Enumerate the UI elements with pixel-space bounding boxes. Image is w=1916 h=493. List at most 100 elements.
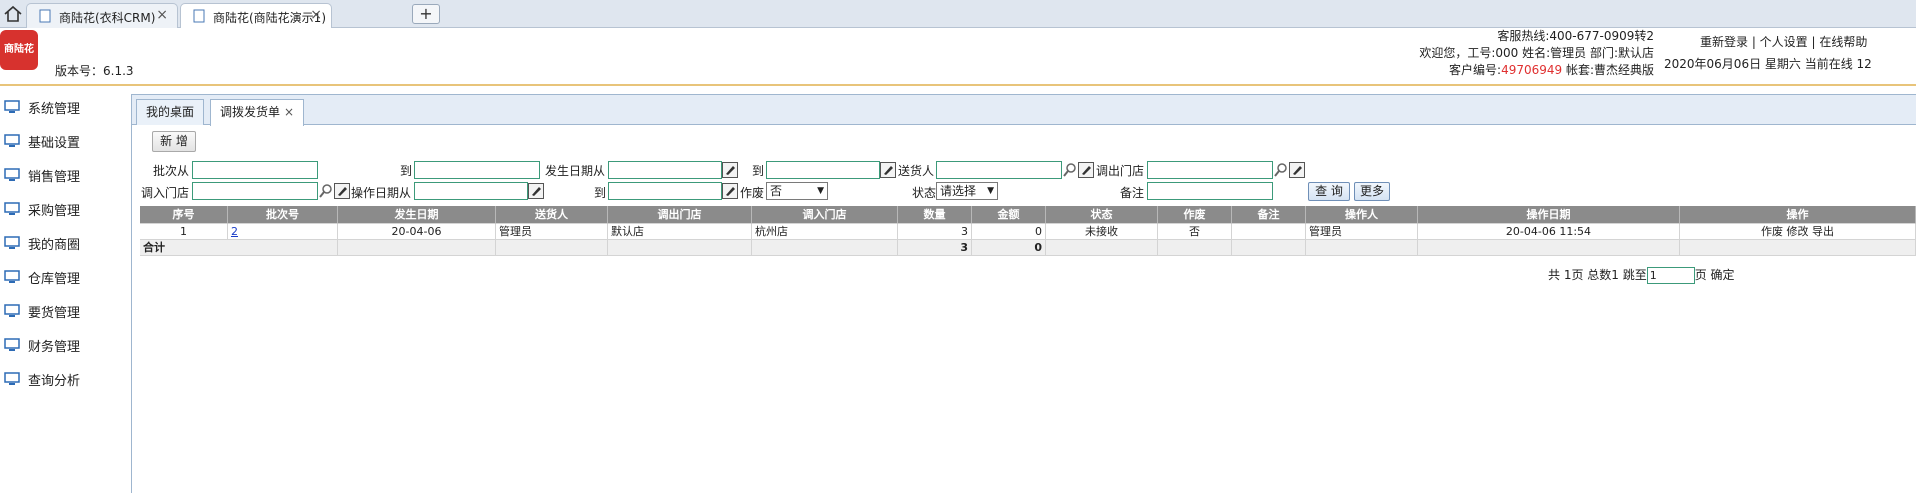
query-button[interactable]: 查 询 [1308, 182, 1350, 201]
browser-tab-demo[interactable]: 商陆花(商陆花演示1) × [180, 3, 332, 28]
col-header[interactable]: 操作日期 [1418, 206, 1680, 224]
col-header[interactable]: 批次号 [228, 206, 338, 224]
sidebar-item[interactable]: 基础设置 [0, 124, 130, 158]
remark-label: 备注 [1120, 186, 1145, 200]
footer-cell [608, 240, 752, 256]
col-header[interactable]: 送货人 [496, 206, 608, 224]
sidebar-item[interactable]: 我的商圈 [0, 226, 130, 260]
close-icon[interactable]: × [156, 7, 168, 23]
app-logo: 商陆花 [0, 30, 38, 70]
in-store-input[interactable] [192, 182, 318, 200]
out-store-label: 调出门店 [1096, 164, 1145, 178]
sidebar-item-label: 我的商圈 [28, 238, 81, 253]
out-store-input[interactable] [1147, 161, 1273, 179]
date-to-input[interactable] [766, 161, 880, 179]
col-header[interactable]: 金额 [972, 206, 1046, 224]
remark-input[interactable] [1147, 182, 1273, 200]
close-icon[interactable]: × [310, 7, 322, 23]
cell-out-store: 默认店 [608, 224, 752, 240]
col-header[interactable]: 操作人 [1306, 206, 1418, 224]
header-links[interactable]: 重新登录 | 个人设置 | 在线帮助 [1700, 34, 1867, 51]
col-header[interactable]: 调出门店 [608, 206, 752, 224]
search-icon[interactable] [318, 183, 334, 199]
footer-cell [1418, 240, 1680, 256]
welcome-text: 欢迎您，工号:000 姓名:管理员 部门:默认店 [1419, 46, 1654, 60]
sidebar-item[interactable]: 采购管理 [0, 192, 130, 226]
op-date-to-label: 到 [594, 186, 607, 200]
cell-in-store: 杭州店 [752, 224, 898, 240]
page-jump-input[interactable]: 1 [1646, 267, 1695, 284]
edit-icon[interactable] [1289, 162, 1305, 178]
sidebar-item-label: 采购管理 [28, 204, 81, 219]
footer-cell [1158, 240, 1232, 256]
data-table: 序号 批次号 发生日期 送货人 调出门店 调入门店 数量 金额 状态 作废 备注… [140, 206, 1916, 256]
col-header[interactable]: 调入门店 [752, 206, 898, 224]
customer-number: 49706949 [1501, 63, 1563, 77]
pager-text: 共 1页 总数1 跳至 [1548, 268, 1647, 282]
sidebar-item[interactable]: 要货管理 [0, 294, 130, 328]
sidebar-item-label: 仓库管理 [28, 272, 81, 287]
page-tab-bar: 我的桌面 调拨发货单 × [132, 95, 1916, 126]
op-date-from-input[interactable] [414, 182, 528, 200]
tab-transfer-delivery[interactable]: 调拨发货单 × [210, 99, 305, 126]
col-header[interactable]: 数量 [898, 206, 972, 224]
cell-op-date: 20-04-06 11:54 [1418, 224, 1680, 240]
customer-info: 客户编号:49706949 帐套:曹杰经典版 [1449, 63, 1654, 77]
op-date-from-label: 操作日期从 [351, 186, 412, 200]
sidebar-item[interactable]: 系统管理 [0, 90, 130, 124]
op-date-to-input[interactable] [608, 182, 722, 200]
calendar-edit-icon[interactable] [722, 162, 738, 178]
batch-to-input[interactable] [414, 161, 540, 179]
tab-desktop[interactable]: 我的桌面 [136, 99, 205, 125]
calendar-edit-icon[interactable] [528, 183, 544, 199]
cell-sender: 管理员 [496, 224, 608, 240]
footer-cell [228, 240, 338, 256]
chevron-down-icon: ▼ [817, 186, 824, 196]
more-button[interactable]: 更多 [1354, 182, 1390, 201]
col-header[interactable]: 发生日期 [338, 206, 496, 224]
sidebar-item[interactable]: 仓库管理 [0, 260, 130, 294]
search-icon[interactable] [1062, 162, 1078, 178]
cell-operator: 管理员 [1306, 224, 1418, 240]
batch-to-label: 到 [400, 164, 413, 178]
sidebar-item[interactable]: 财务管理 [0, 328, 130, 362]
new-tab-button[interactable]: + [412, 4, 440, 24]
calendar-edit-icon[interactable] [880, 162, 896, 178]
search-icon[interactable] [1273, 162, 1289, 178]
sender-input[interactable] [936, 161, 1062, 179]
date-from-input[interactable] [608, 161, 722, 179]
document-icon [39, 9, 51, 23]
content-frame: 我的桌面 调拨发货单 × [131, 94, 1916, 493]
table-footer: 合计 3 0 [140, 240, 1916, 256]
batch-from-input[interactable] [192, 161, 318, 179]
void-select[interactable]: 否 ▼ [766, 182, 828, 200]
footer-qty: 3 [898, 240, 972, 256]
cell-actions[interactable]: 作废 修改 导出 [1680, 224, 1916, 240]
pagination: 共 1页 总数1 跳至 1 页 确定 [1548, 266, 1735, 284]
sidebar-item[interactable]: 查询分析 [0, 362, 130, 396]
add-button[interactable]: 新 增 [152, 131, 196, 152]
col-header[interactable]: 备注 [1232, 206, 1306, 224]
footer-cell [1680, 240, 1916, 256]
col-header[interactable]: 作废 [1158, 206, 1232, 224]
home-icon[interactable] [2, 4, 24, 24]
pager-confirm[interactable]: 页 确定 [1695, 268, 1735, 282]
sidebar-item[interactable]: 销售管理 [0, 158, 130, 192]
close-icon[interactable]: × [284, 105, 294, 119]
cell-no: 1 [140, 224, 228, 240]
status-select[interactable]: 请选择 ▼ [936, 182, 998, 200]
date-online: 2020年06月06日 星期六 当前在线 12 [1664, 57, 1872, 71]
sidebar-item-label: 财务管理 [28, 340, 81, 355]
batch-link[interactable]: 2 [231, 225, 238, 238]
calendar-edit-icon[interactable] [722, 183, 738, 199]
edit-icon[interactable] [334, 183, 350, 199]
sidebar-item-label: 查询分析 [28, 374, 81, 389]
col-header[interactable]: 操作 [1680, 206, 1916, 224]
browser-tab-crm[interactable]: 商陆花(衣科CRM) × [26, 3, 178, 28]
sender-label: 送货人 [898, 164, 935, 178]
col-header[interactable]: 状态 [1046, 206, 1158, 224]
col-header[interactable]: 序号 [140, 206, 228, 224]
void-label: 作废 [740, 186, 765, 200]
sidebar-item-label: 基础设置 [28, 136, 81, 151]
edit-icon[interactable] [1078, 162, 1094, 178]
